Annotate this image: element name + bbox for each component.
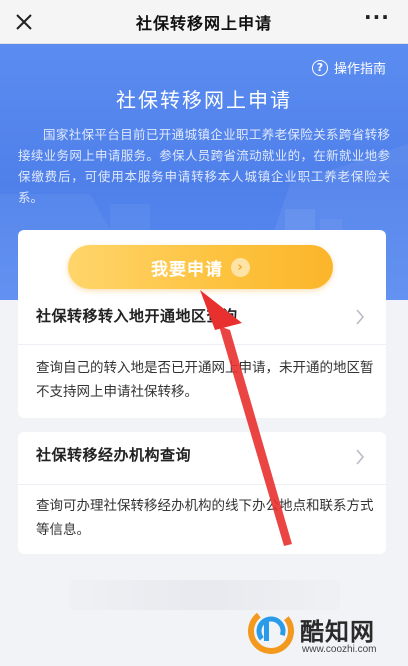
divider xyxy=(18,344,386,345)
apply-button-label: 我要申请 xyxy=(151,259,223,280)
hero-title: 社保转移网上申请 xyxy=(116,88,292,112)
apply-button[interactable]: 我要申请 › xyxy=(68,245,333,289)
chevron-right-icon[interactable] xyxy=(354,307,366,327)
transfer-in-region-query-description: 查询自己的转入地是否已开通网上申请，未开通的地区暂不支持网上申请社保转移。 xyxy=(36,360,374,400)
chevron-right-icon[interactable] xyxy=(354,447,366,467)
close-icon[interactable] xyxy=(10,8,38,36)
divider xyxy=(18,484,386,485)
agency-query-title[interactable]: 社保转移经办机构查询 xyxy=(36,444,191,468)
more-options-icon[interactable]: ··· xyxy=(364,7,390,32)
page-title: 社保转移网上申请 xyxy=(135,13,272,33)
agency-query-card: 社保转移经办机构查询 查询可办理社保转移经办机构的线下办公地点和联系方式等信息。 xyxy=(18,432,386,554)
watermark-name: 酷知网 xyxy=(300,618,375,646)
watermark-url: www.coozhi.com xyxy=(302,644,377,655)
transfer-in-region-query-title[interactable]: 社保转移转入地开通地区查询 xyxy=(36,305,238,329)
agency-query-description: 查询可办理社保转移经办机构的线下办公地点和联系方式等信息。 xyxy=(36,498,374,538)
coozhi-logo-icon xyxy=(248,608,294,654)
operation-guide-link[interactable]: ? 操作指南 xyxy=(311,58,386,77)
operation-guide-label: 操作指南 xyxy=(333,62,386,77)
hero-description: 国家社保平台目前已开通城镇企业职工养老保险关系跨省转移接续业务网上申请服务。参保… xyxy=(18,127,390,205)
apply-card: 我要申请 › 社保转移转入地开通地区查询 查询自己的转入地是否已开通网上申请，未… xyxy=(18,230,386,418)
help-icon: ? xyxy=(311,59,328,76)
watermark: 酷知网 www.coozhi.com xyxy=(244,604,404,662)
nav-bar: 社保转移网上申请 ··· xyxy=(0,0,408,44)
arrow-right-icon: › xyxy=(231,257,250,277)
